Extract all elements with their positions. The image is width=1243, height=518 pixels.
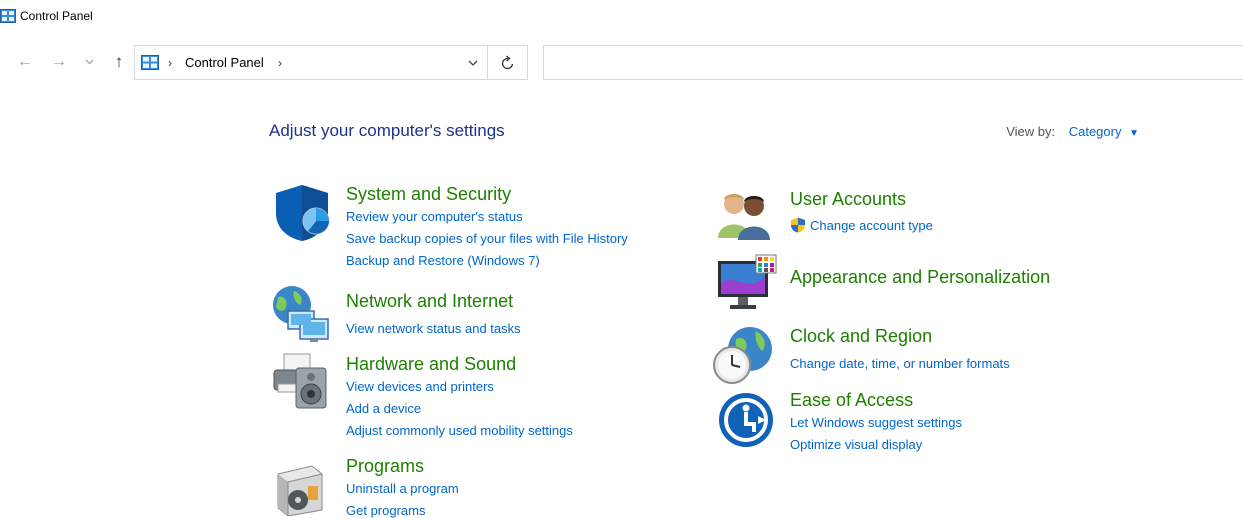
network-globe-icon[interactable] xyxy=(270,283,332,345)
search-input[interactable] xyxy=(543,45,1243,80)
link-uninstall-program[interactable]: Uninstall a program xyxy=(346,480,459,498)
dropdown-arrow-icon[interactable]: ▼ xyxy=(1129,128,1139,139)
users-icon[interactable] xyxy=(716,190,774,240)
category-ease-of-access[interactable]: Ease of Access xyxy=(790,389,913,411)
clock-globe-icon[interactable] xyxy=(712,325,774,385)
link-change-account-type-label[interactable]: Change account type xyxy=(810,218,933,233)
link-file-history[interactable]: Save backup copies of your files with Fi… xyxy=(346,230,628,248)
monitor-colors-icon[interactable] xyxy=(716,253,778,311)
title-bar: Control Panel xyxy=(0,0,1243,34)
breadcrumb-separator[interactable]: › xyxy=(278,54,282,72)
link-devices-printers[interactable]: View devices and printers xyxy=(346,378,494,396)
link-change-account-type[interactable]: Change account type xyxy=(790,217,933,235)
category-user-accounts[interactable]: User Accounts xyxy=(790,188,906,210)
control-panel-icon xyxy=(0,9,16,23)
printer-speaker-icon[interactable] xyxy=(270,350,334,412)
link-network-status[interactable]: View network status and tasks xyxy=(346,320,521,338)
link-mobility-settings[interactable]: Adjust commonly used mobility settings xyxy=(346,422,573,440)
link-get-programs[interactable]: Get programs xyxy=(346,502,425,518)
refresh-button[interactable] xyxy=(488,45,528,80)
control-panel-icon xyxy=(141,55,159,70)
view-by-label: View by: xyxy=(1006,124,1056,139)
category-system-and-security[interactable]: System and Security xyxy=(346,183,511,205)
breadcrumb-control-panel[interactable]: Control Panel xyxy=(185,54,264,72)
link-add-device[interactable]: Add a device xyxy=(346,400,421,418)
window-title: Control Panel xyxy=(20,9,93,23)
link-review-status[interactable]: Review your computer's status xyxy=(346,208,523,226)
address-bar[interactable]: › Control Panel › xyxy=(134,45,488,80)
view-by-dropdown[interactable]: Category xyxy=(1069,124,1122,139)
link-backup-restore[interactable]: Backup and Restore (Windows 7) xyxy=(346,252,540,270)
shield-icon[interactable] xyxy=(272,183,332,243)
category-appearance-personalization[interactable]: Appearance and Personalization xyxy=(790,266,1050,288)
link-windows-suggest-settings[interactable]: Let Windows suggest settings xyxy=(790,414,962,432)
forward-arrow-icon[interactable]: → xyxy=(50,52,68,72)
address-dropdown-chevron-icon[interactable] xyxy=(465,55,481,71)
uac-shield-icon xyxy=(791,217,805,233)
view-by-control: View by: Category ▼ xyxy=(1006,123,1139,143)
ease-of-access-icon[interactable] xyxy=(718,392,774,448)
navigation-bar: ← → ↑ › Control Panel › xyxy=(0,44,1243,82)
up-arrow-icon[interactable]: ↑ xyxy=(108,52,130,72)
link-optimize-visual-display[interactable]: Optimize visual display xyxy=(790,436,922,454)
category-programs[interactable]: Programs xyxy=(346,455,424,477)
category-hardware-and-sound[interactable]: Hardware and Sound xyxy=(346,353,516,375)
breadcrumb-separator[interactable]: › xyxy=(168,54,172,72)
category-network-and-internet[interactable]: Network and Internet xyxy=(346,290,513,312)
recent-locations-chevron-icon[interactable] xyxy=(84,52,94,72)
back-arrow-icon[interactable]: ← xyxy=(16,52,34,72)
link-change-date-formats[interactable]: Change date, time, or number formats xyxy=(790,355,1010,373)
refresh-icon[interactable] xyxy=(500,53,516,79)
page-heading: Adjust your computer's settings xyxy=(269,121,505,140)
category-clock-and-region[interactable]: Clock and Region xyxy=(790,325,932,347)
programs-box-icon[interactable] xyxy=(272,460,328,516)
